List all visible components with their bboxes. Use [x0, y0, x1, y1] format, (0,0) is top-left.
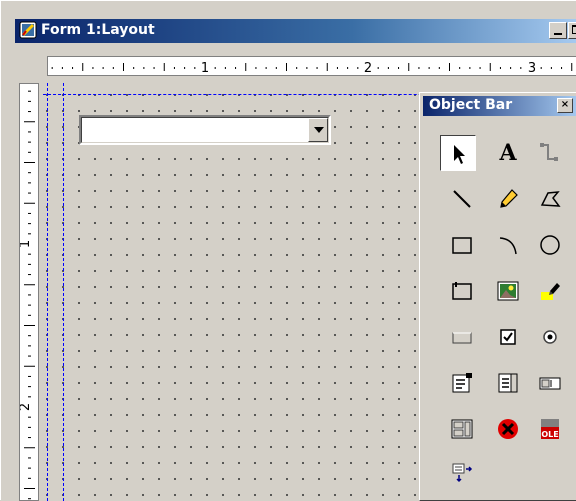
- ruler-label-3: 3: [528, 61, 536, 76]
- frame-icon: [452, 282, 472, 300]
- pencil-tool[interactable]: [490, 181, 526, 217]
- vertical-ruler: 1 2: [19, 83, 39, 501]
- connector-icon: [540, 143, 558, 161]
- listbox-icon: [498, 373, 518, 393]
- highlighter-tool[interactable]: [532, 273, 568, 309]
- line-tool[interactable]: [444, 181, 480, 217]
- app-icon: [19, 21, 37, 39]
- connector-tool[interactable]: [532, 135, 568, 171]
- frame-tool[interactable]: [444, 273, 480, 309]
- pointer-tool[interactable]: [440, 135, 476, 171]
- highlighter-icon: [541, 283, 560, 300]
- radio-button-icon: [543, 330, 557, 344]
- checkbox-tool[interactable]: [490, 319, 526, 355]
- object-bar-title: Object Bar: [429, 97, 513, 113]
- combobox-dropdown-button[interactable]: [308, 118, 328, 142]
- minimize-button[interactable]: [549, 22, 567, 39]
- button-icon: [452, 332, 472, 344]
- vertical-ruler-ticks: 1 2: [20, 90, 35, 500]
- subform-tool[interactable]: [444, 455, 480, 491]
- listbox-tool[interactable]: [490, 365, 526, 401]
- multi-edit-icon: [451, 419, 473, 439]
- delete-tool[interactable]: [490, 411, 526, 447]
- rectangle-icon: [452, 237, 472, 254]
- delete-icon: [498, 419, 518, 439]
- maximize-button[interactable]: [568, 22, 576, 39]
- ruler-label-1: 1: [201, 61, 209, 76]
- text-tool[interactable]: A: [490, 135, 526, 171]
- margin-guide-inner: [63, 83, 64, 501]
- checkbox-icon: [500, 329, 516, 345]
- ole-icon: OLE: [541, 419, 559, 439]
- text-icon: A: [499, 140, 517, 166]
- object-bar-close-button[interactable]: ×: [557, 98, 573, 113]
- pencil-icon: [500, 189, 518, 208]
- polygon-tool[interactable]: [532, 181, 568, 217]
- horizontal-ruler: 1 2 3: [47, 56, 576, 76]
- horizontal-ruler-ticks: 1 2 3: [51, 61, 573, 76]
- arrow-pointer-icon: [454, 145, 465, 164]
- subform-icon: [452, 463, 473, 483]
- object-bar: Object Bar × A OLE: [419, 92, 576, 501]
- object-bar-titlebar[interactable]: Object Bar ×: [423, 96, 576, 116]
- ole-label: OLE: [541, 430, 558, 439]
- arc-icon: [499, 237, 517, 255]
- title-bar[interactable]: Form 1:Layout: [15, 19, 576, 43]
- ruler-corner: [19, 56, 39, 76]
- rectangle-tool[interactable]: [444, 227, 480, 263]
- line-icon: [453, 190, 471, 208]
- margin-guide-left: [47, 83, 48, 501]
- arc-tool[interactable]: [490, 227, 526, 263]
- combobox-icon: [452, 373, 472, 393]
- combobox-tool[interactable]: [444, 365, 480, 401]
- ellipse-icon: [540, 235, 560, 255]
- edit-field-icon: [539, 377, 561, 390]
- polygon-icon: [540, 191, 561, 207]
- ruler-label-v1: 1: [20, 240, 33, 248]
- button-tool[interactable]: [444, 319, 480, 355]
- ole-tool[interactable]: OLE: [532, 411, 568, 447]
- ellipse-tool[interactable]: [532, 227, 568, 263]
- edit-field-tool[interactable]: [532, 365, 568, 401]
- radio-tool[interactable]: [532, 319, 568, 355]
- layout-window: Form 1:Layout 1 2 3 1 2 O: [0, 0, 576, 501]
- picture-tool[interactable]: [490, 273, 526, 309]
- ruler-label-2: 2: [364, 61, 372, 76]
- multi-edit-tool[interactable]: [444, 411, 480, 447]
- ruler-label-v2: 2: [20, 403, 33, 411]
- picture-icon: [497, 281, 519, 301]
- form-combobox[interactable]: [79, 115, 331, 145]
- window-title: Form 1:Layout: [41, 22, 155, 38]
